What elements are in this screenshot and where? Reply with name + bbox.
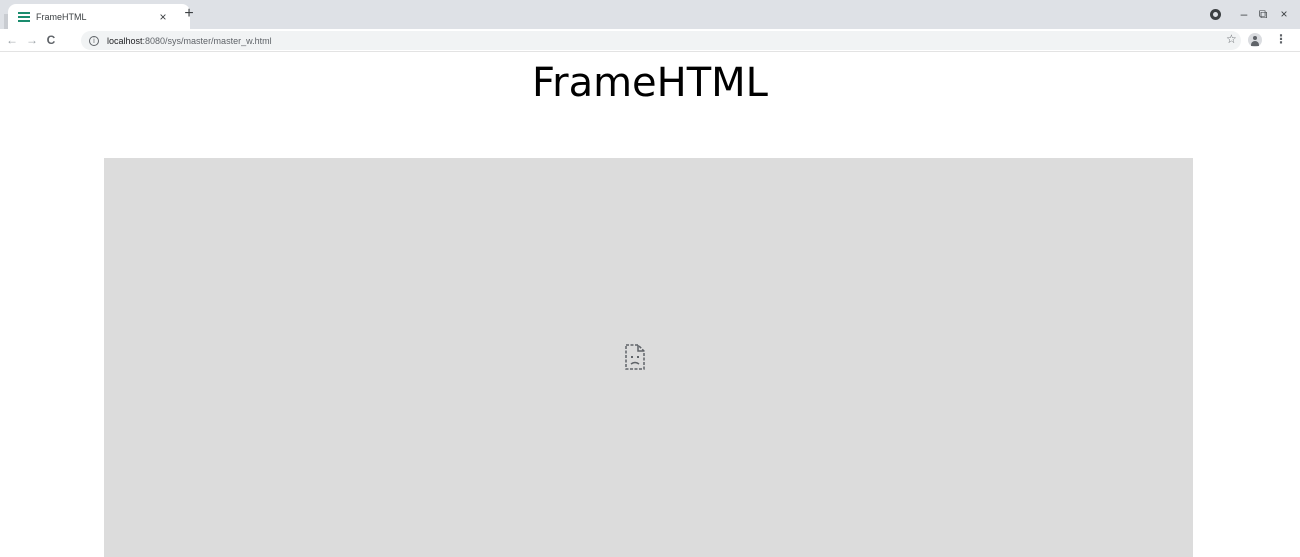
tab-strip: FrameHTML × + – ⧉ × bbox=[0, 0, 1300, 29]
forward-button[interactable]: → bbox=[25, 32, 39, 48]
menu-icon[interactable]: ⋮ bbox=[1275, 32, 1287, 46]
tab-close-icon[interactable]: × bbox=[156, 10, 170, 24]
reload-button[interactable]: C bbox=[44, 32, 58, 48]
new-tab-button[interactable]: + bbox=[181, 6, 197, 22]
url-host: localhost bbox=[107, 35, 143, 46]
browser-toolbar: ← → C i localhost:8080/sys/master/master… bbox=[0, 29, 1300, 52]
url-path: :8080/sys/master/master_w.html bbox=[142, 35, 272, 46]
back-button[interactable]: ← bbox=[5, 32, 19, 48]
browser-tab[interactable]: FrameHTML × bbox=[8, 4, 190, 29]
address-bar[interactable]: i localhost:8080/sys/master/master_w.htm… bbox=[81, 31, 1241, 50]
extension-icon[interactable] bbox=[1210, 9, 1221, 20]
restore-button[interactable]: ⧉ bbox=[1256, 6, 1270, 22]
tab-title: FrameHTML bbox=[36, 11, 87, 22]
account-icon[interactable] bbox=[1248, 33, 1262, 47]
close-window-button[interactable]: × bbox=[1277, 6, 1291, 22]
url-text: localhost:8080/sys/master/master_w.html bbox=[107, 36, 272, 46]
sad-document-icon bbox=[625, 344, 645, 370]
minimize-button[interactable]: – bbox=[1237, 6, 1251, 22]
favicon-icon bbox=[18, 11, 30, 22]
page-title: FrameHTML bbox=[532, 60, 768, 106]
bookmark-star-icon[interactable]: ☆ bbox=[1226, 32, 1237, 46]
info-icon[interactable]: i bbox=[89, 35, 99, 46]
iframe-placeholder bbox=[104, 158, 1193, 557]
